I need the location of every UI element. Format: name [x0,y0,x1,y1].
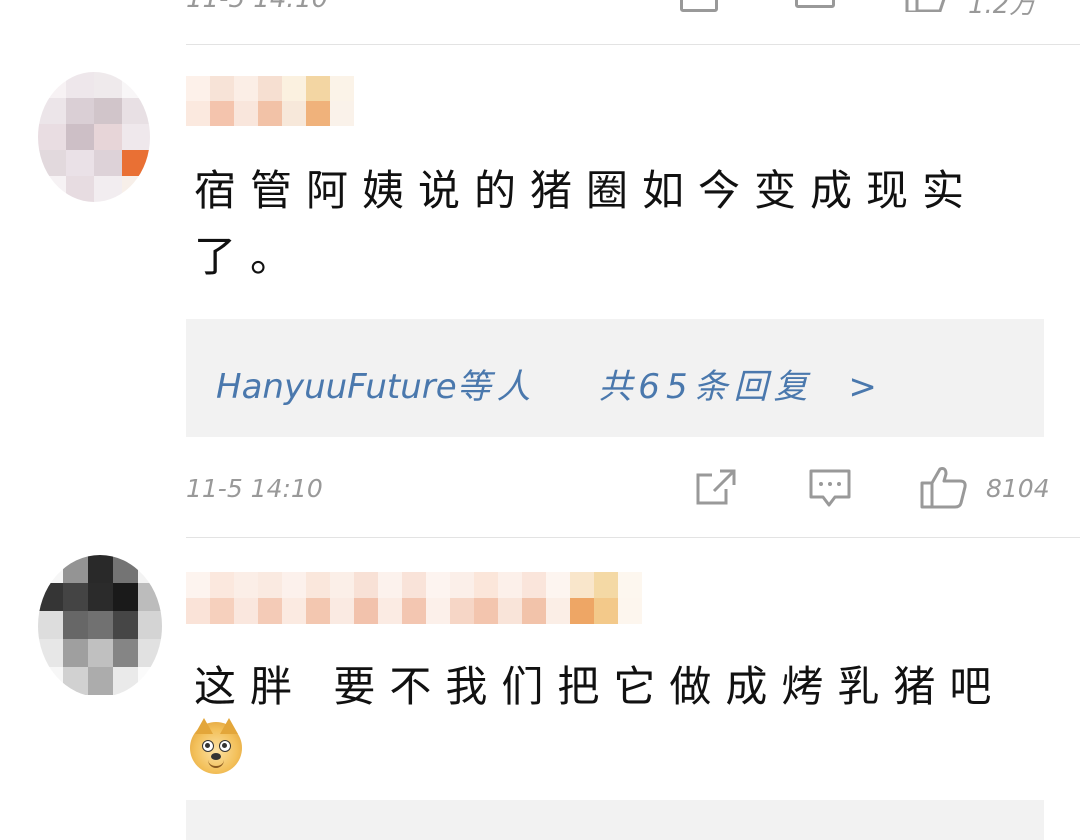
comment-time: 11-5 14:10 [186,474,323,503]
divider [186,44,1080,45]
like-icon[interactable] [920,465,968,509]
avatar[interactable] [38,555,162,697]
avatar[interactable] [38,72,150,202]
reply-user-link[interactable]: HanyuuFuture [216,367,457,407]
like-count: 8104 [986,474,1050,503]
chevron-right-icon[interactable]: > [848,367,883,407]
reply-summary-box[interactable]: HanyuuFuture等人 共65条回复 > [186,319,1044,437]
like-icon[interactable] [905,0,949,12]
reply-summary-box[interactable] [186,800,1044,840]
reply-summary[interactable]: HanyuuFuture等人 共65条回复 > [216,359,883,408]
username-blurred[interactable] [186,76,356,126]
comment-icon[interactable] [809,469,851,509]
share-icon[interactable] [680,0,718,12]
comment-text-line: 了。 [194,232,307,281]
share-icon[interactable] [696,469,736,505]
divider [186,537,1080,538]
reply-count-link[interactable]: 共65条回复 [598,367,813,407]
comment-text: 这胖 要不我们把它做成烤乳猪吧 [194,654,1064,720]
like-count: 1.2万 [968,0,1036,20]
previous-comment-actions: 11-5 14:10 1.2万 [0,0,1080,20]
reply-suffix: 等人 [456,367,537,407]
doge-emoji-icon [190,718,242,774]
comment-text: 宿管阿姨说的猪圈如今变成现实 了。 [194,158,1054,290]
username-blurred[interactable] [186,572,646,624]
comment-text-line: 宿管阿姨说的猪圈如今变成现实 [194,166,979,215]
comment-text-line: 这胖 要不我们把它做成烤乳猪吧 [194,662,1006,711]
comment-time: 11-5 14:10 [186,0,328,14]
comment-icon[interactable] [795,0,835,8]
